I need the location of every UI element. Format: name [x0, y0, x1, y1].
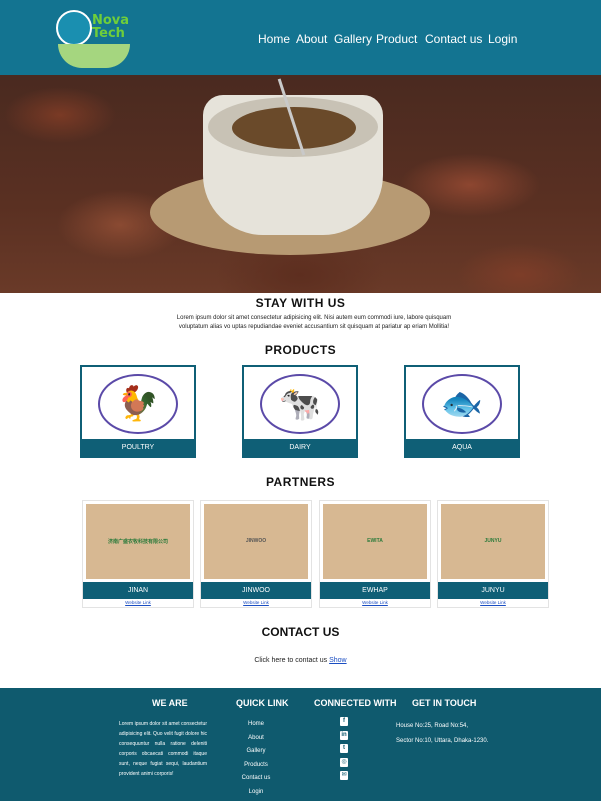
products-title: PRODUCTS [264, 343, 337, 357]
nav-home[interactable]: Home [258, 32, 290, 46]
logo[interactable]: Nova Tech [56, 10, 132, 68]
footer-connect-title: CONNECTED WITH [314, 698, 397, 708]
fish-icon: 🐟 [422, 374, 502, 434]
footer-link-products[interactable]: Products [236, 759, 276, 773]
partner-label: EWHAP [320, 582, 430, 599]
product-card-dairy[interactable]: 🐄 DAIRY [242, 365, 358, 458]
social-links: f in t ◎ ✉ [340, 717, 352, 785]
nav-gallery[interactable]: Gallery [334, 32, 372, 46]
partner-card-jinan: 济南广盛农牧科技有限公司 JINAN Website Link [82, 500, 194, 608]
hero-image [0, 75, 601, 293]
address-line1: House No:25, Road No:54, [396, 723, 469, 729]
product-label: POULTRY [82, 439, 194, 456]
footer-address: House No:25, Road No:54, Sector No:10, U… [396, 719, 496, 749]
footer-quick-title: QUICK LINK [236, 698, 289, 708]
footer: WE ARE Lorem ipsum dolor sit amet consec… [0, 688, 601, 801]
footer-link-home[interactable]: Home [236, 718, 276, 732]
partner-card-jinwoo: JINWOO JINWOO Website Link [200, 500, 312, 608]
partner-label: JUNYU [438, 582, 548, 599]
stay-title: STAY WITH US [255, 296, 346, 310]
partner-logo: EWITA [367, 538, 383, 544]
footer-weare-text: Lorem ipsum dolor sit amet consectetur a… [119, 721, 207, 777]
footer-touch-title: GET IN TOUCH [412, 698, 477, 708]
partner-website-link[interactable]: Website Link [438, 600, 548, 605]
contact-show-link[interactable]: Show [329, 657, 347, 664]
partner-image: 济南广盛农牧科技有限公司 [86, 504, 190, 579]
contact-text: Click here to contact us [254, 657, 328, 664]
logo-text: Nova Tech [92, 14, 129, 40]
partner-image: EWITA [323, 504, 427, 579]
contact-title: CONTACT US [261, 625, 340, 639]
product-image: 🐄 [246, 369, 354, 439]
address-line2: Sector No:10, Uttara, Dhaka-1230. [396, 738, 489, 744]
logo-wave [58, 44, 130, 68]
footer-link-gallery[interactable]: Gallery [236, 745, 276, 759]
partner-label: JINWOO [201, 582, 311, 599]
partner-website-link[interactable]: Website Link [83, 600, 193, 605]
product-image: 🐓 [84, 369, 192, 439]
partner-label: JINAN [83, 582, 193, 599]
product-card-poultry[interactable]: 🐓 POULTRY [80, 365, 196, 458]
contact-line: Click here to contact us Show [0, 657, 601, 664]
rooster-icon: 🐓 [98, 374, 178, 434]
footer-weare-title: WE ARE [152, 698, 188, 708]
email-icon[interactable]: ✉ [340, 771, 348, 780]
nav-product[interactable]: Product [376, 32, 417, 46]
partner-card-ewhap: EWITA EWHAP Website Link [319, 500, 431, 608]
twitter-icon[interactable]: t [340, 744, 348, 753]
product-label: DAIRY [244, 439, 356, 456]
footer-link-login[interactable]: Login [236, 786, 276, 800]
stay-text: Lorem ipsum dolor sit amet consectetur a… [176, 315, 452, 330]
partners-title: PARTNERS [265, 475, 336, 489]
partner-website-link[interactable]: Website Link [201, 600, 311, 605]
partner-website-link[interactable]: Website Link [320, 600, 430, 605]
partner-logo: JUNYU [484, 538, 502, 544]
partner-card-junyu: JUNYU JUNYU Website Link [437, 500, 549, 608]
nav-contact[interactable]: Contact us [425, 32, 482, 46]
leaf-icon [56, 10, 92, 46]
partner-logo: 济南广盛农牧科技有限公司 [107, 538, 168, 545]
partner-image: JINWOO [204, 504, 308, 579]
header: Nova Tech Home About Gallery Product Con… [0, 0, 601, 75]
logo-text-line2: Tech [92, 26, 125, 41]
footer-link-contact[interactable]: Contact us [236, 772, 276, 786]
nav-login[interactable]: Login [488, 32, 517, 46]
linkedin-icon[interactable]: in [340, 730, 348, 740]
product-image: 🐟 [408, 369, 516, 439]
footer-quick-links: Home About Gallery Products Contact us L… [236, 718, 276, 799]
partner-image: JUNYU [441, 504, 545, 579]
footer-link-about[interactable]: About [236, 732, 276, 746]
instagram-icon[interactable]: ◎ [340, 757, 348, 767]
facebook-icon[interactable]: f [340, 717, 348, 726]
nav-about[interactable]: About [296, 32, 327, 46]
product-card-aqua[interactable]: 🐟 AQUA [404, 365, 520, 458]
product-label: AQUA [406, 439, 518, 456]
partner-logo: JINWOO [245, 538, 267, 544]
cow-icon: 🐄 [260, 374, 340, 434]
